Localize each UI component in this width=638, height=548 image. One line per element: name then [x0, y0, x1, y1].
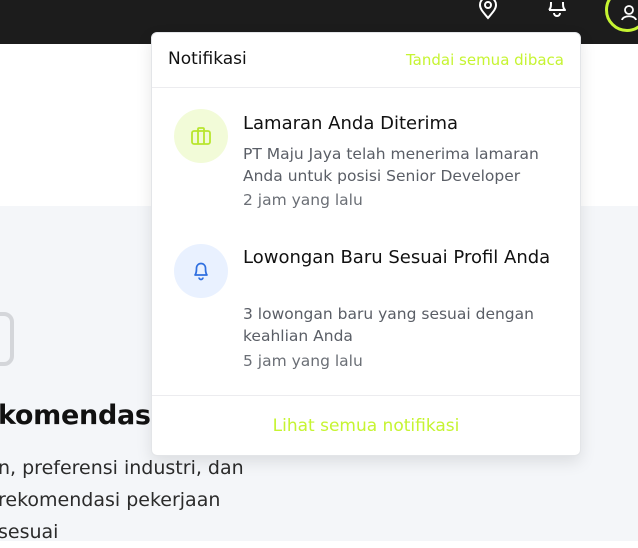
notification-time: 2 jam yang lalu — [243, 191, 363, 209]
notification-icon-badge — [174, 244, 228, 298]
notification-title: Lowongan Baru Sesuai Profil Anda — [243, 247, 551, 268]
notifications-title: Notifikasi — [168, 49, 247, 69]
notifications-footer: Lihat semua notifikasi — [152, 395, 580, 455]
notification-item[interactable]: Lowongan Baru Sesuai Profil Anda 3 lowon… — [152, 227, 580, 393]
bell-icon[interactable] — [543, 0, 571, 20]
section-description: n, preferensi industri, dan rekomendasi … — [0, 452, 244, 548]
view-all-notifications-link[interactable]: Lihat semua notifikasi — [152, 416, 580, 436]
user-avatar-button[interactable] — [605, 0, 638, 32]
section-description-line: sesuai — [0, 521, 59, 543]
notification-title: Lamaran Anda Diterima — [243, 113, 459, 134]
section-title: komendasi — [0, 400, 160, 431]
section-description-line: n, preferensi industri, dan — [0, 457, 244, 479]
section-description-line: rekomendasi pekerjaan — [0, 489, 221, 511]
notification-item[interactable]: Lamaran Anda Diterima PT Maju Jaya telah… — [152, 87, 580, 227]
user-icon — [621, 5, 637, 21]
bell-icon — [194, 262, 208, 281]
notifications-dropdown: Notifikasi Tandai semua dibaca Lamaran A… — [151, 32, 581, 456]
notification-body: PT Maju Jaya telah menerima lamaran Anda… — [243, 145, 539, 185]
notification-time: 5 jam yang lalu — [243, 352, 363, 370]
feature-card-icon — [0, 312, 14, 366]
briefcase-icon — [191, 127, 211, 145]
mark-all-read-link[interactable]: Tandai semua dibaca — [406, 51, 564, 69]
location-pin-icon[interactable] — [474, 0, 502, 20]
notification-icon-badge — [174, 109, 228, 163]
notification-body: 3 lowongan baru yang sesuai dengan keahl… — [243, 305, 534, 345]
notifications-header: Notifikasi Tandai semua dibaca — [152, 33, 580, 88]
